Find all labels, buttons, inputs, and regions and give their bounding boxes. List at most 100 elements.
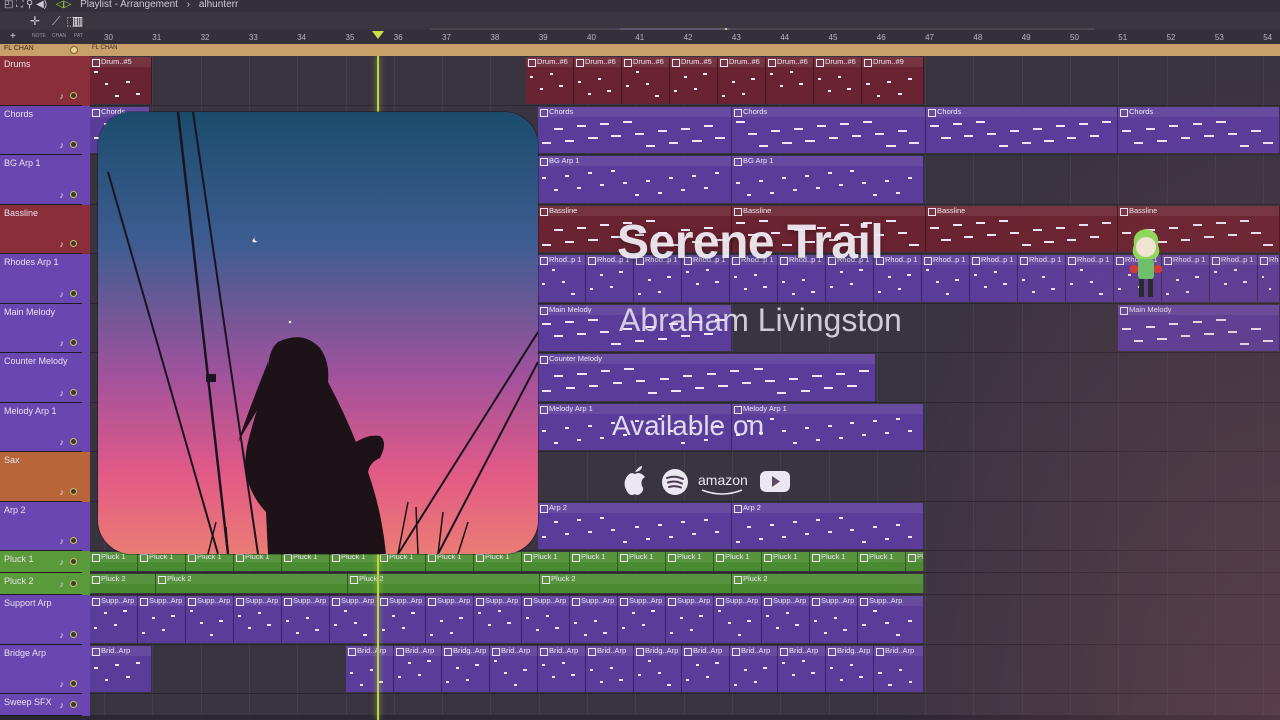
note-icon[interactable]: ♪ (60, 140, 65, 150)
pattern-clip[interactable]: Supp..Arp (474, 596, 522, 643)
track-header[interactable]: Sweep SFX ♪ (0, 694, 82, 716)
ruler-bar-45[interactable]: 45 (829, 33, 838, 42)
track-header[interactable]: Sax ♪ (0, 452, 82, 502)
mute-led-icon[interactable] (70, 580, 77, 587)
pattern-clip[interactable]: Bridg..Arp (442, 645, 490, 692)
ruler-bar-42[interactable]: 42 (684, 33, 693, 42)
note-icon[interactable]: ♪ (60, 388, 65, 398)
track-header[interactable]: Counter Melody ♪ (0, 353, 82, 403)
pattern-clip[interactable]: Supp..Arp (138, 596, 186, 643)
track-header[interactable]: Bridge Arp ♪ (0, 644, 82, 694)
pattern-clip[interactable]: Pluck 1 (474, 552, 522, 571)
timeline-ruler[interactable]: 30 31 32 33 34 35 36 37 38 39 40 41 42 43 44 45 46 47 48 49… (90, 30, 1280, 44)
ruler-bar-54[interactable]: 54 (1263, 33, 1272, 42)
pattern-clip[interactable]: Pluck 1 (618, 552, 666, 571)
pattern-clip[interactable]: Pluck 1 (522, 552, 570, 571)
pattern-clip[interactable]: Drum..#5 (670, 57, 718, 104)
track-lane[interactable]: Brid..Arp Brid..Arp Brid..Arp Bridg..Arp Bri… (90, 644, 1280, 694)
ruler-bar-46[interactable]: 46 (877, 33, 886, 42)
ruler-bar-53[interactable]: 53 (1215, 33, 1224, 42)
note-icon[interactable]: ♪ (60, 91, 65, 101)
pattern-clip[interactable]: Pluck 1 (666, 552, 714, 571)
pattern-clip[interactable]: Bridg..Arp (634, 645, 682, 692)
ruler-bar-47[interactable]: 47 (925, 33, 934, 42)
track-header[interactable]: Main Melody ♪ (0, 303, 82, 353)
track-header[interactable]: Pluck 2 ♪ (0, 573, 82, 595)
pattern-clip[interactable]: Chords (732, 106, 926, 153)
track-header[interactable]: Drums ♪ (0, 56, 82, 106)
mute-led-icon[interactable] (70, 630, 77, 638)
note-icon[interactable]: ♪ (60, 289, 65, 299)
mute-led-icon[interactable] (70, 701, 77, 708)
track-header[interactable]: Support Arp ♪ (0, 595, 82, 645)
pattern-clip[interactable]: Supp..Arp (234, 596, 282, 643)
pattern-clip[interactable]: Supp..Arp (618, 596, 666, 643)
pattern-clip[interactable]: Arp 2 (538, 502, 732, 549)
pattern-clip[interactable]: Supp..Arp (810, 596, 858, 643)
pattern-clip[interactable]: Rhod..p 1 (1018, 255, 1066, 302)
pattern-clip[interactable]: Brid..Arp (778, 645, 826, 692)
playhead-marker[interactable] (372, 31, 384, 39)
ruler-bar-43[interactable]: 43 (732, 33, 741, 42)
pattern-clip[interactable]: Chords (1118, 106, 1280, 153)
mute-led-icon[interactable] (70, 141, 77, 148)
ruler-bar-44[interactable]: 44 (780, 33, 789, 42)
ruler-bar-41[interactable]: 41 (635, 33, 644, 42)
pattern-clip[interactable]: Rhod..p 1 (1210, 255, 1258, 302)
ruler-bar-32[interactable]: 32 (201, 33, 210, 42)
note-label[interactable]: NOTE (32, 33, 46, 39)
pattern-clip[interactable]: Drum..#6 (718, 57, 766, 104)
mute-led-icon[interactable] (70, 438, 77, 445)
pattern-clip[interactable]: Drum..#6 (526, 57, 574, 104)
pattern-clip[interactable]: Drum..#9 (862, 57, 924, 104)
pattern-clip[interactable]: Supp..Arp (858, 596, 924, 643)
pattern-clip[interactable]: Pluck 1 (426, 552, 474, 571)
pattern-clip[interactable]: Chords (926, 106, 1118, 153)
note-icon[interactable]: ♪ (60, 630, 65, 640)
pattern-clip[interactable]: Drum..#6 (766, 57, 814, 104)
mute-led-icon[interactable] (70, 339, 77, 346)
pattern-clip[interactable]: Drum..#6 (814, 57, 862, 104)
mute-led-icon[interactable] (70, 558, 77, 565)
pattern-clip[interactable]: Brid..Arp (490, 645, 538, 692)
note-icon[interactable]: ♪ (60, 536, 65, 546)
pattern-clip[interactable]: Pluck 1 (858, 552, 906, 571)
ruler-bar-48[interactable]: 48 (973, 33, 982, 42)
pattern-clip[interactable]: Supp..Arp (426, 596, 474, 643)
pattern-clip[interactable]: Rhod..p 1 (538, 255, 586, 302)
pattern-clip[interactable]: Brid..Arp (538, 645, 586, 692)
spotify-icon[interactable] (660, 462, 690, 498)
track-lane[interactable] (90, 694, 1280, 716)
ruler-bar-35[interactable]: 35 (346, 33, 355, 42)
pattern-clip[interactable]: Pluck 1 (810, 552, 858, 571)
pattern-clip[interactable]: Brid..Arp (682, 645, 730, 692)
pattern-clip[interactable]: Pluck 1 (570, 552, 618, 571)
note-icon[interactable]: ♪ (60, 700, 65, 710)
add-icon[interactable]: + (10, 31, 16, 42)
pattern-clip[interactable]: Brid..Arp (874, 645, 924, 692)
play-icon[interactable]: ◁▷ (56, 0, 71, 10)
note-icon[interactable]: ♪ (60, 338, 65, 348)
pattern-clip[interactable]: Pluck 2 (156, 574, 348, 593)
pattern-clip[interactable]: Brid..Arp (586, 645, 634, 692)
ruler-bar-39[interactable]: 39 (539, 33, 548, 42)
pattern-clip[interactable]: Pluck 1 (234, 552, 282, 571)
pattern-clip[interactable]: Supp..Arp (762, 596, 810, 643)
pattern-clip[interactable]: Supp..Arp (186, 596, 234, 643)
ruler-bar-50[interactable]: 50 (1070, 33, 1079, 42)
ruler-bar-38[interactable]: 38 (490, 33, 499, 42)
track-lane[interactable]: Drum..#5 Drum..#6 Drum..#6 Drum..#6 Drum..#5… (90, 56, 1280, 106)
pattern-clip[interactable]: Supp..Arp (90, 596, 138, 643)
mute-led-icon[interactable] (70, 680, 77, 687)
track-header[interactable]: Bassline ♪ (0, 204, 82, 254)
pattern-clip[interactable]: Supp..Arp (714, 596, 762, 643)
pattern-clip[interactable]: Pluck 1 (282, 552, 330, 571)
ruler-bar-31[interactable]: 31 (152, 33, 161, 42)
pattern-clip[interactable]: Supp..Arp (666, 596, 714, 643)
pattern-clip[interactable]: Brid..Arp (90, 645, 152, 692)
ruler-bar-37[interactable]: 37 (442, 33, 451, 42)
slice-icon[interactable]: ⟋ (52, 14, 60, 29)
pattern-clip[interactable]: Pluck 1 (186, 552, 234, 571)
note-icon[interactable]: ♪ (60, 679, 65, 689)
ruler-bar-40[interactable]: 40 (587, 33, 596, 42)
